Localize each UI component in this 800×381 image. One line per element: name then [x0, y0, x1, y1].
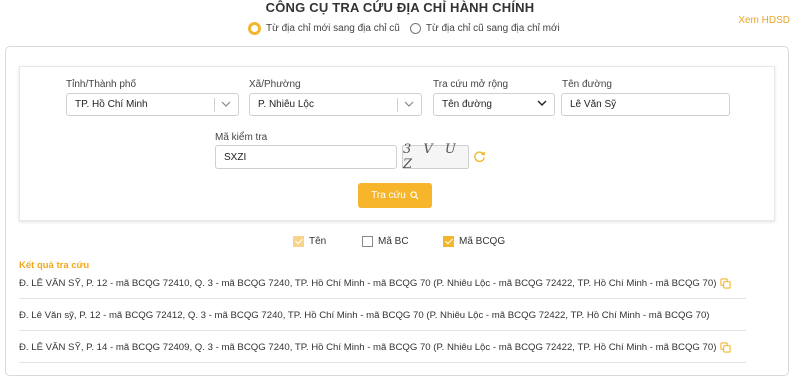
option-name[interactable]: Tên [293, 236, 326, 247]
captcha-input[interactable]: SXZI [215, 145, 397, 169]
extended-search-select[interactable]: Tên đường [433, 93, 555, 116]
copy-icon[interactable] [720, 342, 731, 353]
select-divider [214, 98, 215, 112]
ward-label: Xã/Phường [249, 79, 301, 90]
captcha-input-value: SXZI [224, 151, 247, 163]
street-value: Lê Văn Sỹ [570, 99, 617, 110]
refresh-icon[interactable] [473, 150, 486, 163]
search-button[interactable]: Tra cứu [358, 183, 432, 208]
mode-old-to-new[interactable]: Từ địa chỉ cũ sang địa chỉ mới [409, 23, 560, 34]
mode-new-to-old-label: Từ địa chỉ mới sang địa chỉ cũ [266, 23, 400, 34]
radio-selected-icon[interactable] [248, 22, 261, 35]
radio-unselected-icon[interactable] [409, 23, 421, 34]
option-national-postal-code-label: Mã BCQG [459, 236, 506, 247]
mode-old-to-new-label: Từ địa chỉ cũ sang địa chỉ mới [425, 23, 560, 34]
ward-value: P. Nhiêu Lộc [258, 99, 314, 110]
extended-search-label: Tra cứu mở rộng [433, 79, 509, 90]
mode-radio-group: Từ địa chỉ mới sang địa chỉ cũ Từ địa ch… [248, 22, 570, 35]
option-name-label: Tên [309, 236, 327, 247]
select-divider [397, 98, 398, 112]
checkbox-checked-icon[interactable] [293, 236, 304, 247]
street-input[interactable]: Lê Văn Sỹ [561, 93, 730, 116]
province-select[interactable]: TP. Hồ Chí Minh [66, 93, 239, 116]
option-postal-code-label: Mã BC [378, 236, 409, 247]
copy-icon[interactable] [720, 278, 731, 289]
help-link[interactable]: Xem HDSD [738, 15, 790, 26]
result-row: Đ. LÊ VĂN SỸ, P. 12 - mã BCQG 72410, Q. … [19, 268, 746, 299]
option-postal-code[interactable]: Mã BC [362, 236, 409, 247]
result-text: Đ. LÊ VĂN SỸ, P. 14 - mã BCQG 72409, Q. … [19, 341, 717, 353]
province-value: TP. Hồ Chí Minh [75, 99, 148, 110]
search-icon [410, 191, 419, 200]
search-button-label: Tra cứu [371, 190, 406, 201]
captcha-image: 3 V U Z [402, 142, 469, 172]
street-label: Tên đường [562, 79, 612, 90]
chevron-down-icon[interactable] [403, 97, 415, 111]
captcha-label: Mã kiểm tra [215, 132, 268, 143]
checkbox-checked-icon[interactable] [443, 236, 454, 247]
mode-new-to-old[interactable]: Từ địa chỉ mới sang địa chỉ cũ [248, 22, 400, 35]
province-label: Tỉnh/Thành phố [66, 79, 137, 90]
checkbox-unchecked-icon[interactable] [362, 236, 373, 247]
page-title: CÔNG CỤ TRA CỨU ĐỊA CHỈ HÀNH CHÍNH [265, 0, 535, 15]
extended-search-value: Tên đường [442, 99, 492, 110]
option-national-postal-code[interactable]: Mã BCQG [443, 236, 505, 247]
result-row: Đ. Lê Văn sỹ, P. 12 - mã BCQG 72412, Q. … [19, 300, 746, 331]
result-text: Đ. LÊ VĂN SỸ, P. 12 - mã BCQG 72410, Q. … [19, 277, 717, 289]
chevron-down-icon[interactable] [536, 97, 548, 111]
result-row: Đ. LÊ VĂN SỸ, P. 14 - mã BCQG 72409, Q. … [19, 332, 746, 363]
ward-select[interactable]: P. Nhiêu Lộc [249, 93, 422, 116]
chevron-down-icon[interactable] [220, 97, 232, 111]
result-text: Đ. Lê Văn sỹ, P. 12 - mã BCQG 72412, Q. … [19, 309, 710, 321]
